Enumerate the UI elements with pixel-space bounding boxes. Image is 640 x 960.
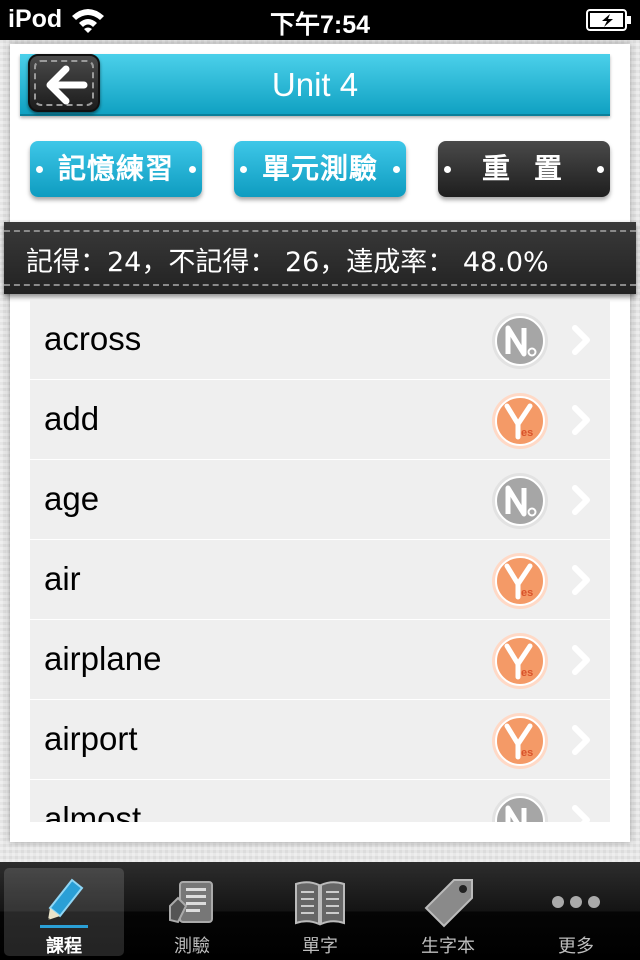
stats-summary: 記得：24，不記得： 26，達成率： 48.0% <box>26 247 549 278</box>
word-label: add <box>44 400 100 437</box>
yes-icon[interactable]: es <box>490 631 550 691</box>
chevron-right-icon <box>572 645 590 675</box>
chevron-right-icon <box>572 325 590 355</box>
tab-label: 更多 <box>558 936 594 957</box>
tab-label: 測驗 <box>174 936 210 957</box>
word-label: almost <box>44 800 142 822</box>
word-row[interactable]: across <box>30 300 610 380</box>
tab-bar: 課程 測驗 單字 生字本 更多 <box>0 862 640 960</box>
chevron-right-icon <box>572 565 590 595</box>
tab-more[interactable]: 更多 <box>516 868 636 957</box>
memory-practice-label: 記憶練習 <box>57 152 174 185</box>
svg-text:es: es <box>521 427 533 439</box>
unit-test-label: 單元測驗 <box>261 152 378 185</box>
word-label: airplane <box>44 640 162 677</box>
book-icon <box>295 881 345 926</box>
word-label: across <box>44 320 142 357</box>
no-icon[interactable] <box>490 791 550 822</box>
tab-quiz[interactable]: 測驗 <box>132 868 252 957</box>
page-title: Unit 4 <box>271 66 359 103</box>
yes-icon[interactable]: es <box>490 391 550 451</box>
chevron-right-icon <box>572 805 590 822</box>
yes-icon[interactable]: es <box>490 551 550 611</box>
tab-vocabulary-book[interactable]: 生字本 <box>388 868 508 957</box>
tab-words[interactable]: 單字 <box>260 868 380 957</box>
svg-text:es: es <box>521 667 533 679</box>
no-icon[interactable] <box>490 471 550 531</box>
word-row[interactable]: airplane es <box>30 620 610 700</box>
more-icon <box>552 896 600 908</box>
word-row[interactable]: almost <box>30 780 610 822</box>
chevron-right-icon <box>572 725 590 755</box>
chevron-right-icon <box>572 485 590 515</box>
quiz-icon <box>169 881 213 924</box>
back-arrow-icon <box>46 65 88 105</box>
clock: 下午7:54 <box>269 11 371 39</box>
yes-icon[interactable]: es <box>490 711 550 771</box>
word-row[interactable]: add es <box>30 380 610 460</box>
word-row[interactable]: age <box>30 460 610 540</box>
tab-course[interactable]: 課程 <box>4 868 124 957</box>
word-label: age <box>44 480 100 517</box>
tab-label: 生字本 <box>421 936 475 957</box>
chevron-right-icon <box>572 405 590 435</box>
battery-icon <box>586 9 631 31</box>
tab-label: 課程 <box>46 936 82 957</box>
word-label: air <box>44 560 81 597</box>
word-label: airport <box>44 720 138 757</box>
reset-label: 重置 <box>481 152 586 185</box>
reset-button[interactable]: 重置 <box>438 141 610 197</box>
memory-practice-button[interactable]: 記憶練習 <box>30 141 202 197</box>
no-icon[interactable] <box>490 311 550 371</box>
word-list[interactable]: across add es age air es airplane es airport es al… <box>30 300 610 822</box>
word-row[interactable]: airport es <box>30 700 610 780</box>
tab-label: 單字 <box>302 936 338 957</box>
pencil-icon <box>40 878 88 928</box>
status-bar: iPod 下午7:54 <box>0 0 640 40</box>
tag-icon <box>424 879 473 928</box>
svg-text:es: es <box>521 587 533 599</box>
svg-text:es: es <box>521 747 533 759</box>
unit-test-button[interactable]: 單元測驗 <box>234 141 406 197</box>
word-row[interactable]: air es <box>30 540 610 620</box>
